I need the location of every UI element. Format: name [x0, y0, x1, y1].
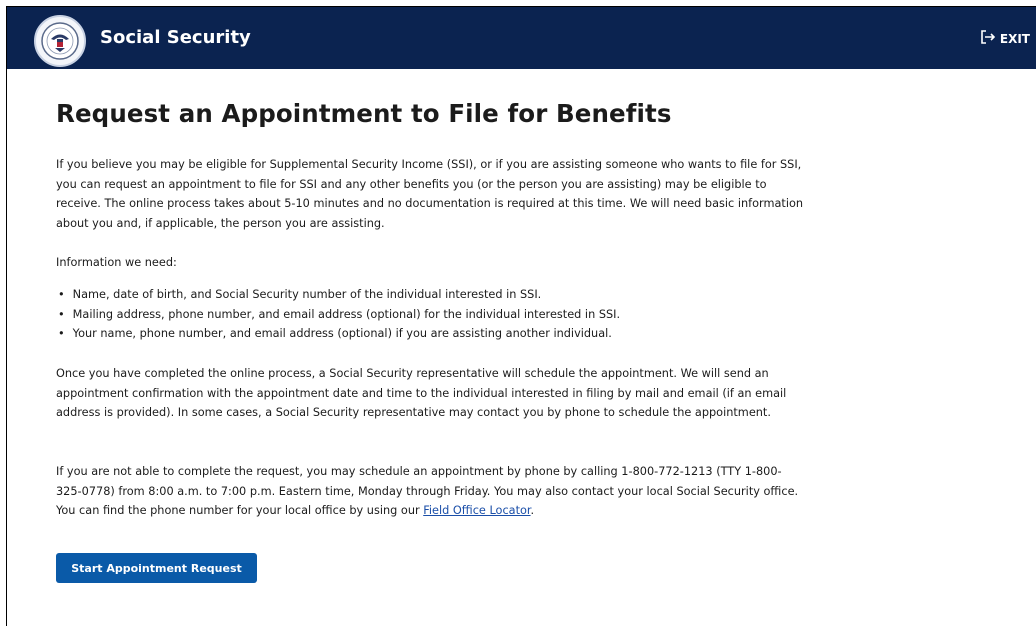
ssa-seal-icon[interactable]: [34, 15, 86, 67]
exit-label: EXIT: [999, 31, 1030, 46]
phone-text-end: .: [530, 504, 535, 517]
start-appointment-request-button[interactable]: Start Appointment Request: [56, 553, 257, 583]
list-item: Name, date of birth, and Social Security…: [56, 285, 620, 305]
main-content: Request an Appointment to File for Benef…: [56, 99, 806, 517]
sign-out-icon: [980, 30, 996, 47]
brand-name: Social Security: [100, 27, 251, 48]
process-paragraph: Once you have completed the online proce…: [56, 367, 787, 419]
info-heading: Information we need:: [56, 256, 177, 269]
site-header: Social Security EXIT: [7, 7, 1036, 69]
exit-button[interactable]: EXIT: [980, 30, 1030, 47]
phone-paragraph: If you are not able to complete the requ…: [56, 462, 806, 521]
page-title: Request an Appointment to File for Benef…: [56, 99, 672, 128]
page-frame: Social Security EXIT Request an Appointm…: [6, 6, 1036, 626]
list-item: Mailing address, phone number, and email…: [56, 305, 620, 325]
list-item: Your name, phone number, and email addre…: [56, 324, 620, 344]
intro-paragraph: If you believe you may be eligible for S…: [56, 158, 804, 230]
info-list: Name, date of birth, and Social Security…: [56, 285, 620, 344]
field-office-locator-link[interactable]: Field Office Locator: [423, 504, 530, 517]
